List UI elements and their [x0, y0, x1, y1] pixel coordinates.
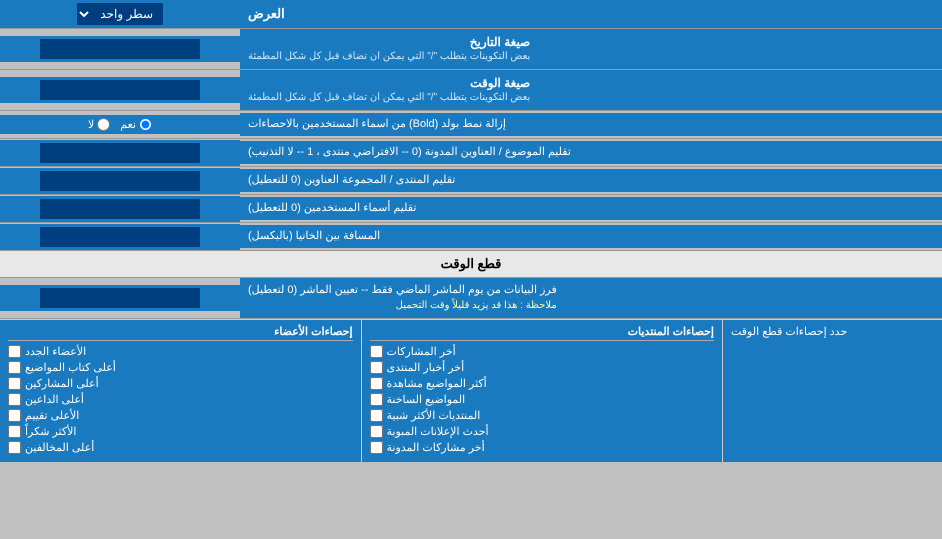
time-format-label: صيغة الوقت بعض التكوينات يتطلب "/" التي …: [240, 70, 942, 110]
checkboxes-section: حدد إحصاءات قطع الوقت إحصاءات المنتديات …: [0, 319, 942, 462]
list-item: المواضيع الساخنة: [370, 393, 715, 406]
list-item: الأعضاء الجدد: [8, 345, 353, 358]
list-item: أخر أخبار المنتدى: [370, 361, 715, 374]
forum-trim-input[interactable]: 33: [40, 171, 200, 191]
cutoff-days-input[interactable]: 0: [40, 288, 200, 308]
cb-top-participants[interactable]: [8, 377, 21, 390]
gap-label: المسافة بين الخانيا (بالبكسل): [240, 225, 942, 248]
list-item: أعلى المشاركين: [8, 377, 353, 390]
cb-hot-topics[interactable]: [370, 393, 383, 406]
cb-top-inviters-label[interactable]: أعلى الداعين: [25, 393, 84, 406]
list-item: أخر المشاركات: [370, 345, 715, 358]
forum-trim-label: تقليم المنتدى / المجموعة العناوين (0 للت…: [240, 169, 942, 192]
date-format-label: صيغة التاريخ بعض التكوينات يتطلب "/" الت…: [240, 29, 942, 69]
bold-yes-label[interactable]: نعم: [120, 118, 152, 131]
user-trim-input[interactable]: 0: [40, 199, 200, 219]
members-col-header: إحصاءات الأعضاء: [8, 325, 353, 341]
cb-most-viewed[interactable]: [370, 377, 383, 390]
cb-forum-news-label[interactable]: أخر أخبار المنتدى: [387, 361, 465, 374]
checkboxes-section-label: حدد إحصاءات قطع الوقت: [722, 320, 942, 462]
date-format-input[interactable]: d-m: [40, 39, 200, 59]
topic-trim-label: تقليم الموضوع / العناوين المدونة (0 -- ا…: [240, 141, 942, 164]
list-item: الأعلى تقييم: [8, 409, 353, 422]
cutoff-days-label: فرز البيانات من يوم الماشر الماضي فقط --…: [240, 278, 942, 318]
forum-trim-input-cell: 33: [0, 168, 240, 194]
list-item: أعلى كتاب المواضيع: [8, 361, 353, 374]
bold-remove-options: نعم لا: [0, 115, 240, 134]
cb-most-similar-label[interactable]: المنتديات الأكثر شبية: [387, 409, 481, 422]
cb-most-thanked[interactable]: [8, 425, 21, 438]
list-item: أعلى الداعين: [8, 393, 353, 406]
topic-trim-input-cell: 33: [0, 140, 240, 166]
bold-no-label[interactable]: لا: [88, 118, 110, 131]
bold-remove-label: إزالة نمط بولد (Bold) من اسماء المستخدمي…: [240, 113, 942, 136]
cb-top-inviters[interactable]: [8, 393, 21, 406]
cb-top-violators[interactable]: [8, 441, 21, 454]
cb-last-posts[interactable]: [370, 345, 383, 358]
cb-latest-ads-label[interactable]: أحدث الإعلانات المبوبة: [387, 425, 489, 438]
topic-trim-input[interactable]: 33: [40, 143, 200, 163]
cb-blog-posts[interactable]: [370, 441, 383, 454]
bold-yes-radio[interactable]: [139, 118, 152, 131]
list-item: أخر مشاركات المدونة: [370, 441, 715, 454]
time-format-input[interactable]: H:i: [40, 80, 200, 100]
cb-blog-posts-label[interactable]: أخر مشاركات المدونة: [387, 441, 485, 454]
cb-new-members-label[interactable]: الأعضاء الجدد: [25, 345, 86, 358]
gap-input-cell: 2: [0, 224, 240, 250]
cb-most-similar[interactable]: [370, 409, 383, 422]
cb-latest-ads[interactable]: [370, 425, 383, 438]
cb-forum-news[interactable]: [370, 361, 383, 374]
user-trim-label: تقليم أسماء المستخدمين (0 للتعطيل): [240, 197, 942, 220]
cb-most-thanked-label[interactable]: الأكثر شكراً: [25, 425, 76, 438]
members-checkboxes-col: إحصاءات الأعضاء الأعضاء الجدد أعلى كتاب …: [0, 320, 361, 462]
cb-top-rated-label[interactable]: الأعلى تقييم: [25, 409, 79, 422]
list-item: أحدث الإعلانات المبوبة: [370, 425, 715, 438]
list-item: الأكثر شكراً: [8, 425, 353, 438]
display-dropdown-cell: سطر واحد سطرين ثلاثة أسطر: [0, 0, 240, 28]
cb-new-members[interactable]: [8, 345, 21, 358]
page-title: العرض: [240, 1, 942, 27]
display-dropdown[interactable]: سطر واحد سطرين ثلاثة أسطر: [77, 3, 163, 25]
cb-top-participants-label[interactable]: أعلى المشاركين: [25, 377, 99, 390]
list-item: أكثر المواضيع مشاهدة: [370, 377, 715, 390]
cb-hot-topics-label[interactable]: المواضيع الساخنة: [387, 393, 466, 406]
cb-top-rated[interactable]: [8, 409, 21, 422]
cb-most-viewed-label[interactable]: أكثر المواضيع مشاهدة: [387, 377, 487, 390]
bold-no-radio[interactable]: [97, 118, 110, 131]
gap-input[interactable]: 2: [40, 227, 200, 247]
date-format-input-cell: d-m: [0, 36, 240, 62]
cutoff-section-header: قطع الوقت: [0, 251, 942, 278]
forums-checkboxes-col: إحصاءات المنتديات أخر المشاركات أخر أخبا…: [361, 320, 723, 462]
cb-top-writers-label[interactable]: أعلى كتاب المواضيع: [25, 361, 116, 374]
list-item: المنتديات الأكثر شبية: [370, 409, 715, 422]
cb-top-writers[interactable]: [8, 361, 21, 374]
user-trim-input-cell: 0: [0, 196, 240, 222]
forums-col-header: إحصاءات المنتديات: [370, 325, 715, 341]
list-item: أعلى المخالفين: [8, 441, 353, 454]
time-format-input-cell: H:i: [0, 77, 240, 103]
cb-top-violators-label[interactable]: أعلى المخالفين: [25, 441, 94, 454]
cb-last-posts-label[interactable]: أخر المشاركات: [387, 345, 456, 358]
cutoff-days-input-cell: 0: [0, 285, 240, 311]
